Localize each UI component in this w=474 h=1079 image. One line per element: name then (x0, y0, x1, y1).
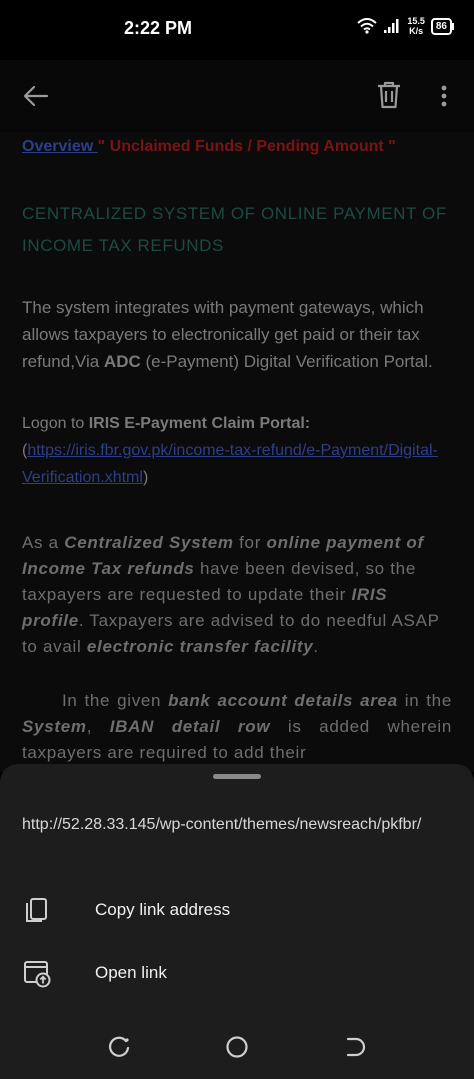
copy-icon (26, 898, 47, 922)
para4-e: , (86, 717, 110, 736)
paragraph-logon: Logon to IRIS E-Payment Claim Portal: (h… (22, 410, 452, 491)
para2-text-a: Logon to (22, 415, 89, 432)
iris-portal-link[interactable]: https://iris.fbr.gov.pk/income-tax-refun… (22, 442, 438, 486)
home-icon (226, 1036, 248, 1058)
arrow-left-icon (23, 85, 49, 107)
delete-button[interactable] (370, 76, 408, 114)
open-link-icon (24, 961, 51, 988)
speed-unit: K/s (409, 26, 424, 36)
back-nav-button[interactable] (340, 1032, 370, 1062)
para2-portal-name: IRIS E-Payment Claim Portal: (88, 415, 311, 432)
paragraph-payment-gateways: The system integrates with payment gatew… (22, 294, 452, 375)
para1-text-c: (e-Payment) Digital Verification Portal. (140, 352, 433, 371)
status-time: 2:22 PM (124, 18, 193, 38)
system-nav-bar (0, 1010, 474, 1079)
back-button[interactable] (18, 78, 54, 114)
para3-a: As a (22, 533, 65, 552)
home-button[interactable] (222, 1032, 252, 1062)
network-speed: 15.5 K/s (407, 16, 425, 36)
para3-i: . (313, 637, 319, 656)
para4-d: System (22, 717, 87, 736)
open-link-label: Open link (95, 963, 167, 982)
sheet-drag-handle[interactable] (213, 774, 261, 779)
para3-c: for (233, 533, 267, 552)
trash-icon (378, 81, 400, 109)
status-bar: 2:22 PM 15.5 K/s 86 (0, 0, 474, 60)
back-nav-icon (346, 1037, 366, 1057)
status-icons: 15.5 K/s 86 (357, 16, 455, 36)
para1-adc: ADC (103, 352, 141, 371)
link-url: http://52.28.33.145/wp-content/themes/ne… (22, 816, 422, 833)
para4-b: bank account details area (168, 691, 398, 710)
article-content: Overview " Unclaimed Funds / Pending Amo… (0, 132, 474, 772)
unclaimed-funds-text: " Unclaimed Funds / Pending Amount " (97, 138, 396, 155)
para2-close-paren: ) (142, 469, 149, 486)
more-vertical-icon (441, 85, 447, 107)
speed-value: 15.5 (407, 16, 425, 26)
wifi-icon (357, 18, 378, 34)
para3-b: Centralized System (64, 533, 234, 552)
more-options-button[interactable] (430, 78, 458, 114)
open-link-button[interactable]: Open link (0, 945, 474, 1001)
app-bar (0, 60, 474, 132)
paragraph-centralized-system: As a Centralized System for online payme… (22, 530, 452, 660)
battery-indicator: 86 (430, 17, 455, 35)
para3-h: electronic transfer facility (86, 637, 314, 656)
paragraph-bank-account: In the given bank account details area i… (22, 688, 452, 766)
recents-button[interactable] (104, 1032, 134, 1062)
article-heading: CENTRALIZED SYSTEM OF ONLINE PAYMENT OF … (22, 204, 447, 255)
para4-c: in the (397, 691, 452, 710)
copy-link-address-label: Copy link address (95, 900, 231, 919)
para4-a: In the given (62, 691, 169, 710)
recents-icon (108, 1036, 130, 1057)
copy-link-address-button[interactable]: Copy link address (0, 882, 474, 938)
overview-link[interactable]: Overview (22, 138, 98, 155)
para4-f: IBAN detail row (109, 717, 271, 736)
signal-icon (384, 19, 399, 33)
overview-line: Overview " Unclaimed Funds / Pending Amo… (22, 138, 452, 156)
